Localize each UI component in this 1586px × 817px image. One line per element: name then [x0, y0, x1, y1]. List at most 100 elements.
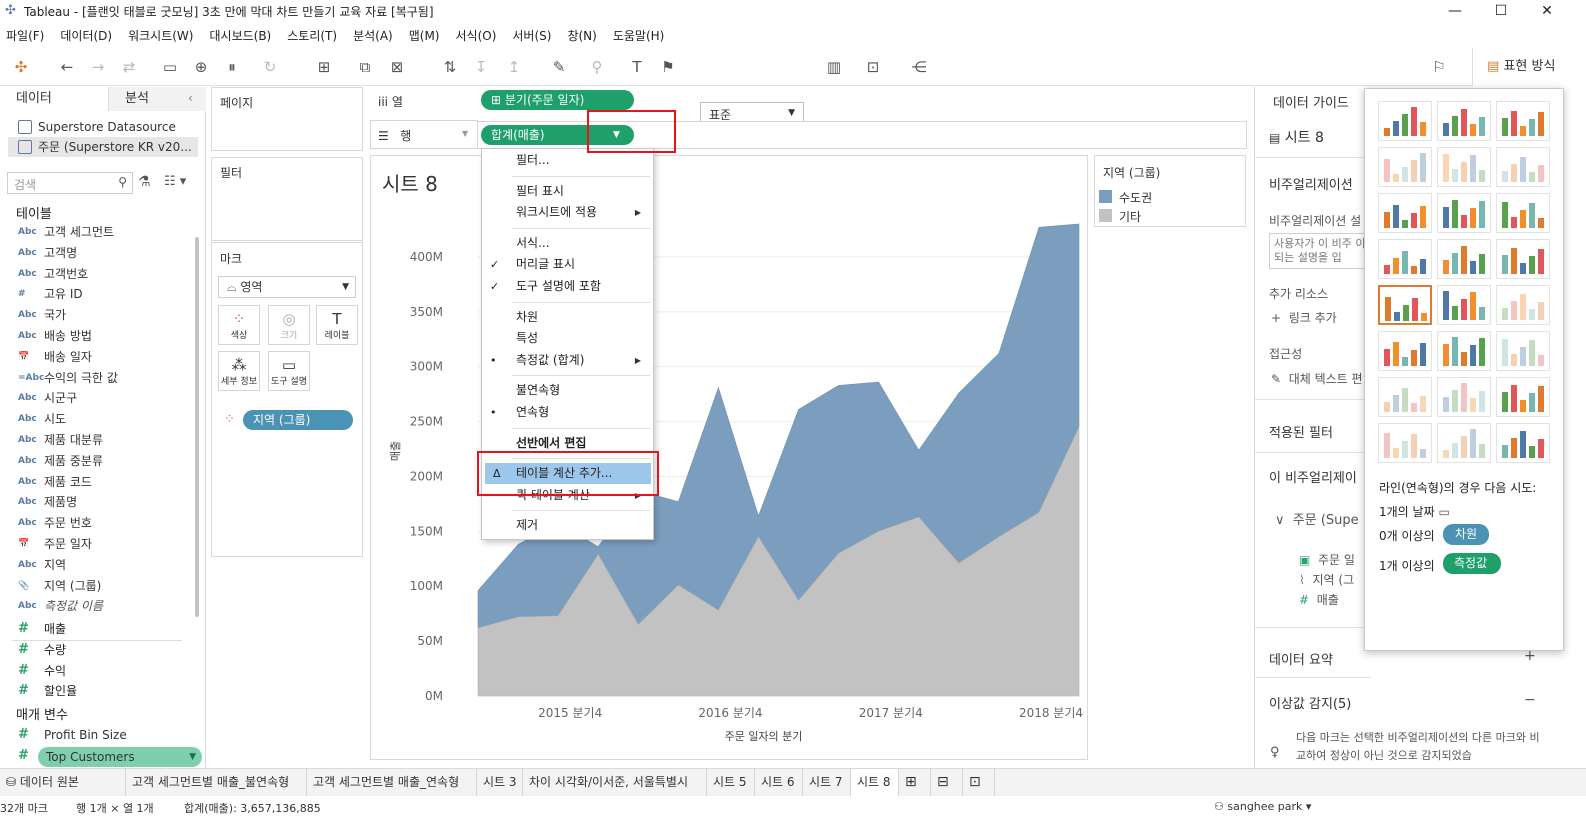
clear-sheet-icon[interactable]: ⊠ — [386, 56, 408, 78]
view-options-icon[interactable]: ☷ ▾ — [164, 174, 186, 189]
duplicate-sheet-icon[interactable]: ⧉ — [354, 56, 376, 78]
tab-sheet[interactable]: 시트 6 — [755, 769, 803, 796]
viz-description-input[interactable]: 사용자가 이 비주 이 되는 설명을 입 — [1269, 233, 1371, 269]
tab-sheet[interactable]: 시트 7 — [803, 769, 851, 796]
dimension-field[interactable]: Abc 국가 — [0, 305, 200, 325]
menu-item[interactable]: 워크시트에 적용 ▶ — [482, 202, 653, 223]
measure-field[interactable]: # 할인율 — [0, 681, 200, 701]
dimension-field[interactable]: Abc 지역 — [0, 555, 200, 575]
tab-sheet[interactable]: 시트 5 — [707, 769, 755, 796]
parameter-item[interactable]: # Profit Bin Size — [0, 725, 200, 745]
pin-icon[interactable]: ⚐ — [1428, 56, 1450, 78]
show-cards-icon[interactable]: ▥ — [823, 56, 845, 78]
menu-analysis[interactable]: 분석(A) — [353, 25, 393, 47]
tab-sheet[interactable]: 차이 시각화/이서준, 서울특별시 — [523, 769, 707, 796]
chart-type-treemap-icon[interactable] — [1378, 239, 1432, 279]
chart-type-side-by-side-bars-icon[interactable] — [1496, 193, 1550, 233]
refresh-icon[interactable]: ↻ — [259, 56, 281, 78]
new-story-icon[interactable]: ⊡ — [963, 769, 995, 796]
dimension-field[interactable]: =Abc 수익의 극한 값 — [0, 368, 200, 388]
presentation-icon[interactable]: ⊡ — [862, 56, 884, 78]
new-dashboard-icon[interactable]: ⊟ — [931, 769, 963, 796]
dimension-field[interactable]: Abc 고객번호 — [0, 264, 200, 284]
menu-item[interactable]: 불연속형 — [482, 380, 653, 401]
tab-data[interactable]: 데이터 — [0, 87, 108, 111]
alt-text-button[interactable]: ✎ 대체 텍스트 편 — [1271, 370, 1363, 387]
measure-field[interactable]: # 매출 — [0, 619, 200, 639]
chart-type-filled-map-icon[interactable] — [1437, 147, 1491, 187]
dimension-field[interactable]: Abc 고객명 — [0, 243, 200, 263]
menu-item[interactable]: 서식... — [482, 233, 653, 254]
new-datasource-icon[interactable]: ⊕ — [190, 56, 212, 78]
dimension-field[interactable]: Abc 고객 세그먼트 — [0, 222, 200, 242]
dimension-field[interactable]: Abc 측정값 이름 — [0, 596, 200, 616]
undo-icon[interactable]: ← — [56, 56, 78, 78]
chart-type-line-discrete-icon[interactable] — [1437, 285, 1491, 325]
color-button[interactable]: ⁘ 색상 — [218, 305, 260, 345]
color-pill[interactable]: 지역 (그룹) — [243, 410, 353, 430]
chart-type-pie-chart-icon[interactable] — [1496, 147, 1550, 187]
dimension-field[interactable]: Abc 주문 번호 — [0, 513, 200, 533]
chart-type-histogram-icon[interactable] — [1437, 377, 1491, 417]
chart-type-area-discrete-icon[interactable] — [1437, 331, 1491, 371]
scrollbar[interactable] — [195, 237, 199, 617]
share-icon[interactable]: ⋲ — [908, 56, 930, 78]
menu-window[interactable]: 창(N) — [567, 25, 596, 47]
chart-type-circle-views-icon[interactable] — [1437, 239, 1491, 279]
minimize-button[interactable]: — — [1432, 0, 1478, 22]
menu-story[interactable]: 스토리(T) — [287, 25, 337, 47]
chart-type-bullet-graph-icon[interactable] — [1437, 423, 1491, 463]
pause-updates-icon[interactable]: ⏸ — [221, 56, 243, 78]
collapse-icon[interactable]: ‹ — [188, 91, 193, 105]
menu-item[interactable]: 특성 — [482, 328, 653, 349]
dimension-field[interactable]: Abc 시군구 — [0, 388, 200, 408]
chart-type-stacked-bars-icon[interactable] — [1437, 193, 1491, 233]
chart-type-highlight-table-icon[interactable] — [1496, 101, 1550, 141]
menu-server[interactable]: 서버(S) — [512, 25, 551, 47]
collapse-outliers-icon[interactable]: − — [1524, 692, 1536, 708]
top-customers-pill[interactable]: Top Customers ▼ — [38, 747, 202, 767]
menu-worksheet[interactable]: 워크시트(W) — [128, 25, 193, 47]
dimension-field[interactable]: 📅 배송 일자 — [0, 347, 200, 367]
dimension-field[interactable]: 📎 지역 (그룹) — [0, 576, 200, 596]
menu-item[interactable]: 필터... — [482, 150, 653, 171]
highlight-icon[interactable]: ✎ — [548, 56, 570, 78]
source-toggle[interactable]: ∨ 주문 (Supe — [1275, 509, 1359, 528]
maximize-button[interactable]: ☐ — [1478, 0, 1524, 22]
tableau-home-icon[interactable]: ✣ — [10, 56, 32, 78]
tab-datasource[interactable]: ⛁ 데이터 원본 — [0, 769, 126, 796]
menu-file[interactable]: 파일(F) — [6, 25, 44, 47]
measure-field[interactable]: # 수량 — [0, 640, 200, 660]
save-icon[interactable]: ▭ — [159, 56, 181, 78]
pages-card[interactable]: 페이지 — [211, 87, 363, 151]
chart-type-heat-map-icon[interactable] — [1437, 101, 1491, 141]
menu-data[interactable]: 데이터(D) — [60, 25, 112, 47]
filter-icon[interactable]: ⚗ — [138, 174, 151, 190]
new-worksheet-icon[interactable]: ⊞ — [899, 769, 931, 796]
chart-type-side-by-side-circles-icon[interactable] — [1496, 239, 1550, 279]
menu-item[interactable]: 필터 표시 — [482, 181, 653, 202]
menu-help[interactable]: 도움말(H) — [613, 25, 665, 47]
add-link-button[interactable]: + 링크 추가 — [1271, 309, 1337, 326]
group-icon[interactable]: ⚲ — [586, 56, 608, 78]
menu-item[interactable]: ✓ 도구 설명에 포함 — [482, 276, 653, 297]
dimension-field[interactable]: Abc 배송 방법 — [0, 326, 200, 346]
user-menu[interactable]: ⚇ sanghee park ▾ — [1214, 800, 1311, 813]
redo-icon[interactable]: → — [87, 56, 109, 78]
chart-type-text-table-icon[interactable] — [1378, 101, 1432, 141]
tab-sheet[interactable]: 고객 세그먼트별 매출_불연속형 — [126, 769, 307, 796]
chart-type-gantt-chart-icon[interactable] — [1378, 423, 1432, 463]
menu-item[interactable]: • 연속형 — [482, 402, 653, 423]
tooltip-button[interactable]: ▭ 도구 설명 — [268, 351, 310, 391]
dimension-field[interactable]: # 고유 ID — [0, 284, 200, 304]
menu-item[interactable]: 차원 — [482, 307, 653, 328]
tab-sheet[interactable]: 고객 세그먼트별 매출_연속형 — [307, 769, 477, 796]
swap-icon[interactable]: ⇄ — [118, 56, 140, 78]
dimension-field[interactable]: Abc 제품 중분류 — [0, 451, 200, 471]
legend-item[interactable]: 기타 — [1099, 207, 1239, 225]
menu-item[interactable]: ✓ 머리글 표시 — [482, 254, 653, 275]
size-button[interactable]: ◎ 크기 — [268, 305, 310, 345]
chart-type-symbol-map-icon[interactable] — [1378, 147, 1432, 187]
filters-card[interactable]: 필터 — [211, 157, 363, 241]
show-me-button[interactable]: ▤ 표현 방식 — [1472, 48, 1586, 86]
